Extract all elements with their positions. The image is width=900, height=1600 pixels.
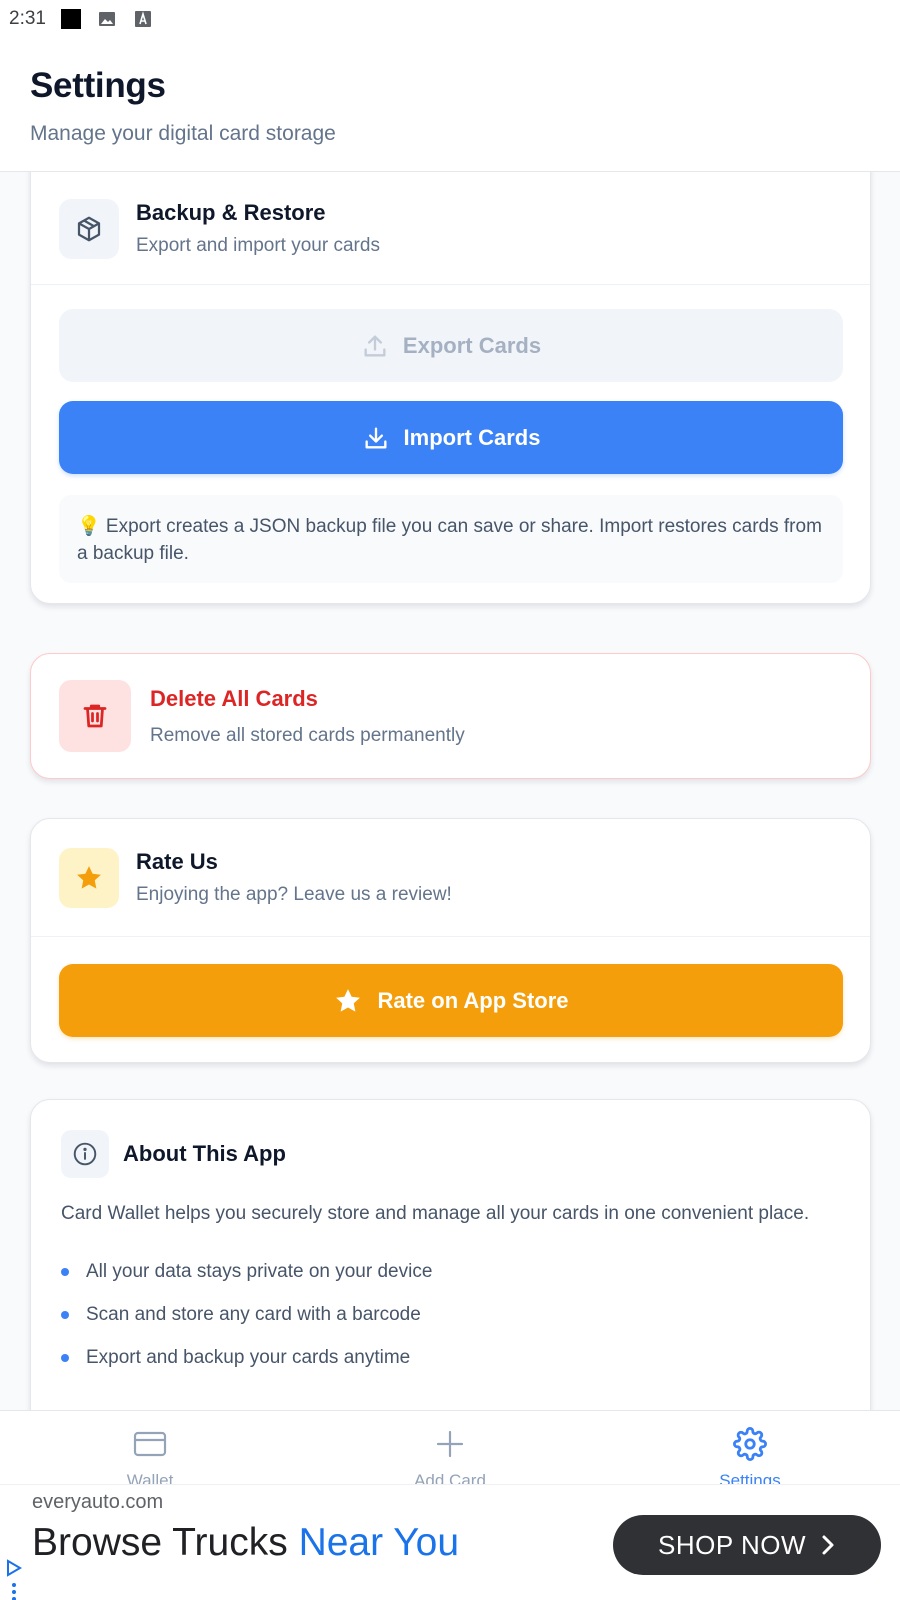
ad-headline[interactable]: Browse Trucks Near You bbox=[32, 1521, 459, 1565]
rate-button-label: Rate on App Store bbox=[377, 987, 569, 1013]
ad-banner[interactable]: everyauto.com Browse Trucks Near You SHO… bbox=[0, 1484, 900, 1600]
star-icon bbox=[59, 847, 119, 908]
status-time: 2:31 bbox=[9, 8, 46, 29]
ad-domain: everyauto.com bbox=[32, 1491, 164, 1513]
page-header: Settings Manage your digital card storag… bbox=[0, 38, 900, 172]
ad-shop-now-button[interactable]: SHOP NOW bbox=[613, 1515, 881, 1575]
download-icon bbox=[365, 427, 387, 448]
import-cards-label: Import Cards bbox=[403, 424, 541, 450]
list-item: Scan and store any card with a barcode bbox=[61, 1293, 840, 1336]
about-features-list: All your data stays private on your devi… bbox=[61, 1250, 840, 1379]
star-filled-icon bbox=[336, 988, 361, 1012]
rate-on-app-store-button[interactable]: Rate on App Store bbox=[59, 964, 843, 1037]
page-subtitle: Manage your digital card storage bbox=[30, 122, 336, 145]
rate-us-description: Enjoying the app? Leave us a review! bbox=[136, 884, 452, 905]
list-item: Export and backup your cards anytime bbox=[61, 1336, 840, 1379]
info-icon bbox=[61, 1130, 109, 1178]
export-cards-button[interactable]: Export Cards bbox=[59, 309, 843, 382]
notification-square-icon bbox=[60, 8, 82, 30]
upload-icon bbox=[364, 335, 386, 356]
trash-icon bbox=[59, 680, 131, 752]
bullet-icon bbox=[61, 1310, 69, 1319]
list-item: All your data stays private on your devi… bbox=[61, 1250, 840, 1293]
package-icon bbox=[59, 198, 119, 259]
page-title: Settings bbox=[30, 66, 166, 105]
font-icon bbox=[132, 8, 154, 30]
bullet-icon bbox=[61, 1353, 69, 1362]
backup-tip: 💡 Export creates a JSON backup file you … bbox=[59, 495, 843, 583]
import-cards-button[interactable]: Import Cards bbox=[59, 401, 843, 474]
about-body: Card Wallet helps you securely store and… bbox=[61, 1203, 810, 1224]
adchoices-icon[interactable] bbox=[4, 1559, 24, 1600]
backup-title: Backup & Restore bbox=[136, 200, 326, 225]
gear-icon bbox=[733, 1427, 767, 1461]
about-title: About This App bbox=[123, 1141, 286, 1166]
about-card: About This App Card Wallet helps you sec… bbox=[30, 1099, 871, 1410]
backup-card-header: Backup & Restore Export and import your … bbox=[31, 173, 870, 285]
rate-us-title: Rate Us bbox=[136, 849, 218, 874]
chevron-right-icon bbox=[822, 1535, 834, 1555]
backup-restore-card: Backup & Restore Export and import your … bbox=[30, 172, 871, 604]
bottom-tab-bar: Wallet Add Card Settings bbox=[0, 1410, 900, 1490]
delete-all-card[interactable]: Delete All Cards Remove all stored cards… bbox=[30, 653, 871, 779]
ad-cta-label: SHOP NOW bbox=[658, 1529, 806, 1560]
image-icon bbox=[96, 8, 118, 30]
card-icon bbox=[133, 1427, 167, 1461]
delete-all-description: Remove all stored cards permanently bbox=[150, 724, 465, 746]
plus-icon bbox=[435, 1427, 465, 1461]
delete-all-title: Delete All Cards bbox=[150, 685, 318, 711]
rate-us-card: Rate Us Enjoying the app? Leave us a rev… bbox=[30, 818, 871, 1063]
settings-content[interactable]: Backup & Restore Export and import your … bbox=[0, 172, 900, 1410]
export-cards-label: Export Cards bbox=[402, 332, 542, 358]
backup-description: Export and import your cards bbox=[136, 235, 380, 256]
bullet-icon bbox=[61, 1267, 69, 1276]
rate-card-header: Rate Us Enjoying the app? Leave us a rev… bbox=[31, 819, 870, 937]
status-bar: 2:31 bbox=[0, 0, 900, 38]
